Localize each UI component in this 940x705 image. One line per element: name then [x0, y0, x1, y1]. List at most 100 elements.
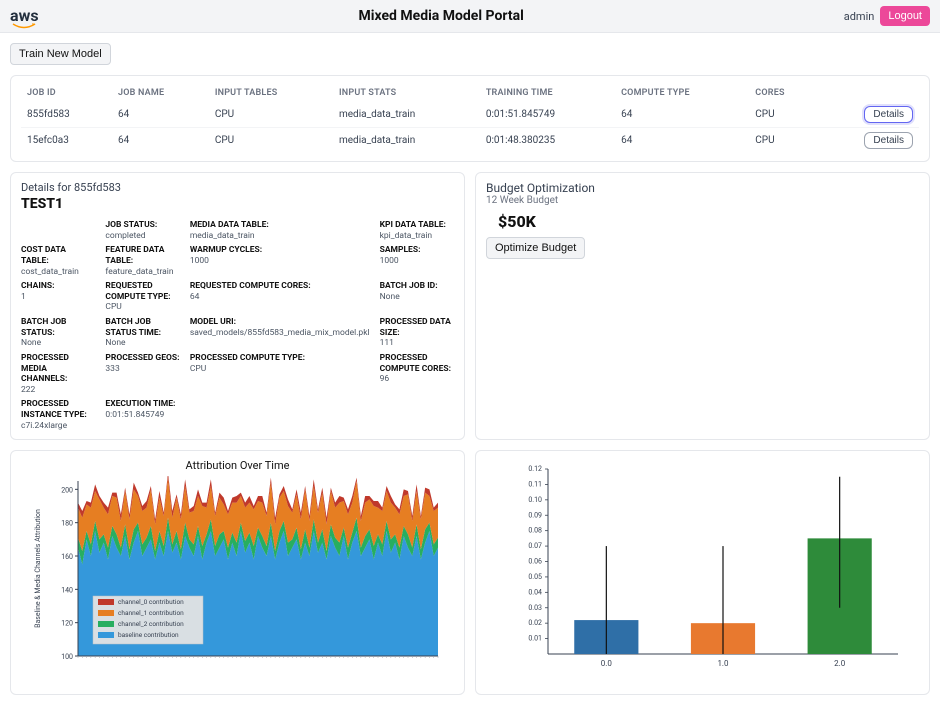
details-field-key: BATCH JOB STATUS TIME:: [105, 317, 179, 338]
details-field-value: saved_models/855fd583_media_mix_model.pk…: [190, 328, 370, 339]
top-bar: aws Mixed Media Model Portal admin Logou…: [0, 0, 940, 33]
logout-button[interactable]: Logout: [880, 6, 930, 26]
details-field-key: PROCESSED GEOS:: [105, 353, 179, 364]
svg-text:0.03: 0.03: [528, 604, 542, 612]
details-field: BATCH JOB ID:None: [380, 281, 454, 313]
details-button[interactable]: Details: [864, 106, 913, 123]
budget-amount: $50K: [498, 212, 919, 231]
svg-text:channel_0 contribution: channel_0 contribution: [118, 598, 184, 606]
details-field: FEATURE DATA TABLE:feature_data_train: [105, 245, 179, 277]
table-cell: 64: [112, 128, 209, 154]
jobs-col-header: JOB NAME: [112, 84, 209, 102]
details-field-value: 0:01:51.845749: [105, 410, 179, 421]
details-field-value: 1000: [380, 256, 454, 267]
table-cell: CPU: [209, 102, 333, 128]
details-field: PROCESSED MEDIA CHANNELS:222: [21, 353, 95, 396]
details-button[interactable]: Details: [864, 132, 913, 149]
details-field: PROCESSED INSTANCE TYPE:c7i.24xlarge: [21, 399, 95, 431]
table-cell: CPU: [209, 128, 333, 154]
details-field-key: REQUESTED COMPUTE CORES:: [190, 281, 370, 292]
username: admin: [844, 10, 875, 23]
jobs-col-header: TRAINING TIME: [480, 84, 615, 102]
details-field-value: None: [105, 338, 179, 349]
svg-text:120: 120: [61, 620, 73, 628]
details-field: BATCH JOB STATUS:None: [21, 317, 95, 349]
table-cell: 64: [112, 102, 209, 128]
details-field: BATCH JOB STATUS TIME:None: [105, 317, 179, 349]
table-cell: CPU: [749, 102, 818, 128]
details-heading-prefix: Details for: [21, 181, 71, 194]
details-field: WARMUP CYCLES:1000: [190, 245, 370, 277]
details-field: MODEL URI:saved_models/855fd583_media_mi…: [190, 317, 370, 349]
details-field: COST DATA TABLE:cost_data_train: [21, 245, 95, 277]
details-field-key: CHAINS:: [21, 281, 95, 292]
details-field-value: 222: [21, 385, 95, 396]
details-field-value: kpi_data_train: [380, 231, 454, 242]
details-field-value: 96: [380, 374, 454, 385]
details-field-key: REQUESTED COMPUTE TYPE:: [105, 281, 179, 302]
details-field: CHAINS:1: [21, 281, 95, 313]
details-field-value: 111: [380, 338, 454, 349]
details-field: EXECUTION TIME:0:01:51.845749: [105, 399, 179, 431]
details-field-value: 1: [21, 292, 95, 303]
svg-text:baseline contribution: baseline contribution: [118, 631, 179, 639]
details-field-key: PROCESSED DATA SIZE:: [380, 317, 454, 338]
table-cell: 0:01:51.845749: [480, 102, 615, 128]
bar-chart: 0.010.020.030.040.050.060.070.080.090.10…: [493, 459, 913, 679]
train-new-model-button[interactable]: Train New Model: [10, 43, 111, 65]
svg-text:180: 180: [61, 520, 73, 528]
details-field-key: KPI DATA TABLE:: [380, 220, 454, 231]
svg-text:0.11: 0.11: [528, 481, 542, 489]
details-field: REQUESTED COMPUTE CORES:64: [190, 281, 370, 313]
budget-subtitle: 12 Week Budget: [486, 195, 919, 206]
attribution-chart-card: Attribution Over Time 100120140160180200…: [10, 450, 465, 695]
attribution-area-chart: 100120140160180200Baseline & Media Chann…: [28, 476, 448, 686]
aws-logo: aws: [10, 8, 39, 24]
details-field-key: PROCESSED COMPUTE CORES:: [380, 353, 454, 374]
svg-text:0.05: 0.05: [528, 573, 542, 581]
svg-text:Baseline & Media Channels Attr: Baseline & Media Channels Attribution: [34, 509, 42, 628]
table-cell: media_data_train: [333, 128, 480, 154]
details-field-key: EXECUTION TIME:: [105, 399, 179, 410]
details-field: PROCESSED COMPUTE CORES:96: [380, 353, 454, 396]
svg-text:0.07: 0.07: [528, 542, 542, 550]
details-field-key: BATCH JOB ID:: [380, 281, 454, 292]
details-field-value: 333: [105, 364, 179, 375]
details-field-key: PROCESSED MEDIA CHANNELS:: [21, 353, 95, 385]
details-field-key: COST DATA TABLE:: [21, 245, 95, 266]
svg-text:140: 140: [61, 587, 73, 595]
details-field-value: feature_data_train: [105, 267, 179, 278]
svg-text:0.06: 0.06: [528, 558, 542, 566]
details-job-id: 855fd583: [74, 181, 121, 194]
jobs-table-card: JOB IDJOB NAMEINPUT TABLESINPUT STATSTRA…: [10, 75, 930, 162]
details-field-key: PROCESSED COMPUTE TYPE:: [190, 353, 370, 364]
details-field-value: c7i.24xlarge: [21, 421, 95, 432]
svg-text:100: 100: [61, 653, 73, 661]
jobs-col-header: [818, 84, 919, 102]
details-field-key: SAMPLES:: [380, 245, 454, 256]
table-cell: media_data_train: [333, 102, 480, 128]
details-field: PROCESSED DATA SIZE:111: [380, 317, 454, 349]
bar-chart-card: 0.010.020.030.040.050.060.070.080.090.10…: [475, 450, 930, 695]
details-field-value: None: [21, 338, 95, 349]
table-cell: 64: [615, 102, 749, 128]
details-field-key: JOB STATUS:: [105, 220, 179, 231]
table-cell: 0:01:48.380235: [480, 128, 615, 154]
svg-text:0.09: 0.09: [528, 512, 542, 520]
details-field-key: MEDIA DATA TABLE:: [190, 220, 370, 231]
details-field-value: 1000: [190, 256, 370, 267]
jobs-col-header: JOB ID: [21, 84, 112, 102]
details-field-value: completed: [105, 231, 179, 242]
details-field-value: cost_data_train: [21, 267, 95, 278]
svg-text:200: 200: [61, 487, 73, 495]
optimize-budget-button[interactable]: Optimize Budget: [486, 237, 585, 259]
budget-card: Budget Optimization 12 Week Budget $50K …: [475, 172, 930, 440]
details-field: PROCESSED GEOS:333: [105, 353, 179, 396]
details-heading: Details for 855fd583: [21, 181, 454, 194]
details-field: REQUESTED COMPUTE TYPE:CPU: [105, 281, 179, 313]
table-row: 855fd58364CPUmedia_data_train0:01:51.845…: [21, 102, 919, 128]
jobs-col-header: CORES: [749, 84, 818, 102]
svg-text:0.02: 0.02: [528, 619, 542, 627]
table-cell: 855fd583: [21, 102, 112, 128]
details-field: MEDIA DATA TABLE:media_data_train: [190, 220, 370, 241]
